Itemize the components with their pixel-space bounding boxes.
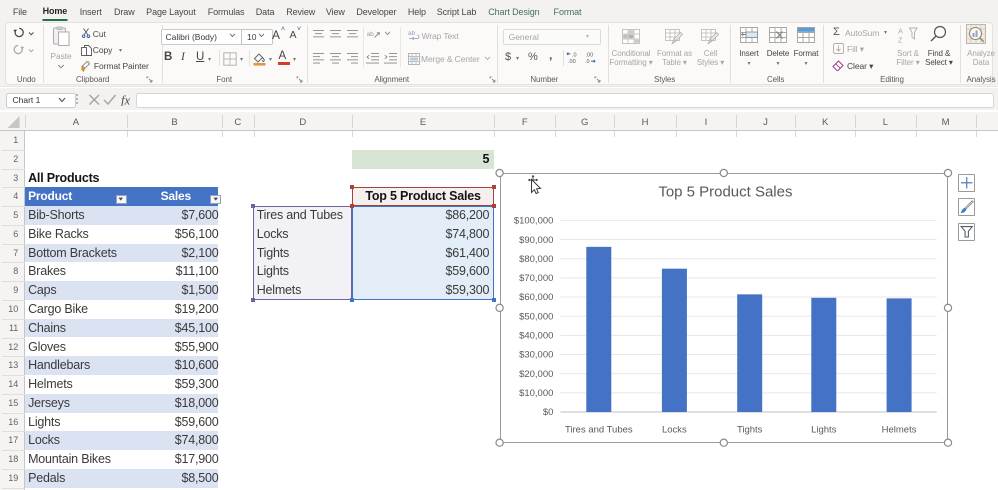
- svg-text:A: A: [898, 27, 903, 36]
- svg-text:$50,000: $50,000: [519, 311, 553, 322]
- svg-text:Helmets: Helmets: [881, 424, 916, 435]
- svg-text:$80,000: $80,000: [519, 254, 553, 265]
- svg-text:.0: .0: [572, 53, 577, 59]
- svg-text:$70,000: $70,000: [519, 273, 553, 284]
- svg-text:$100,000: $100,000: [513, 216, 553, 227]
- svg-text:fx: fx: [121, 94, 130, 107]
- svg-text:Locks: Locks: [662, 424, 687, 435]
- svg-text:$20,000: $20,000: [519, 369, 553, 380]
- svg-text:Tires and Tubes: Tires and Tubes: [565, 424, 633, 435]
- svg-text:$10,000: $10,000: [519, 388, 553, 399]
- svg-text:Z: Z: [898, 36, 903, 45]
- svg-text:$90,000: $90,000: [519, 235, 553, 246]
- svg-text:$60,000: $60,000: [519, 292, 553, 303]
- svg-text:Top 5 Product Sales: Top 5 Product Sales: [658, 183, 792, 200]
- svg-text:.00: .00: [586, 53, 594, 59]
- svg-text:$40,000: $40,000: [519, 331, 553, 342]
- svg-text:ab: ab: [408, 30, 416, 37]
- svg-text:.00: .00: [568, 59, 576, 64]
- svg-text:$0: $0: [542, 407, 553, 418]
- svg-text:Tights: Tights: [737, 424, 763, 435]
- svg-text:$30,000: $30,000: [519, 350, 553, 361]
- svg-text:Lights: Lights: [811, 424, 837, 435]
- svg-text:ab: ab: [367, 31, 374, 38]
- svg-text:.0: .0: [585, 59, 590, 64]
